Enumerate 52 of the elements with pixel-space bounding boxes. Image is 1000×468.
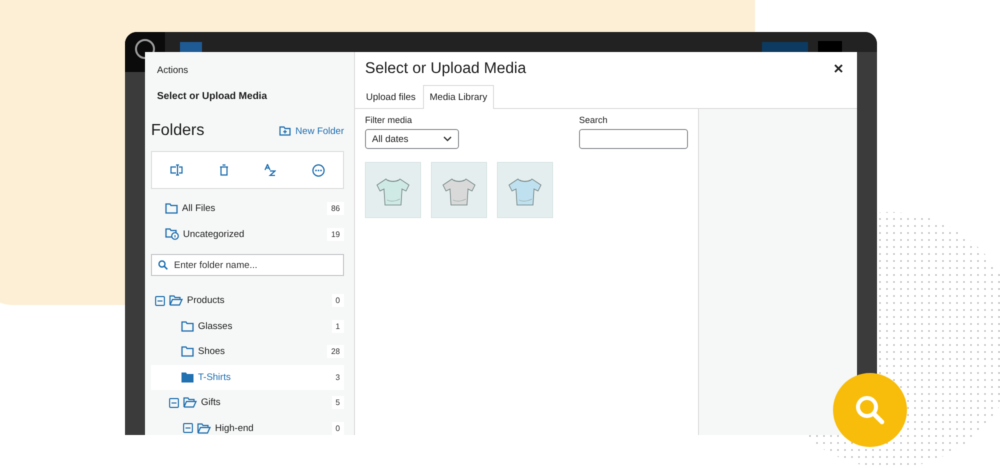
open-folder-icon <box>197 422 211 434</box>
chevron-icon <box>443 136 452 142</box>
folder-plus-icon <box>279 126 292 136</box>
collapse-icon[interactable] <box>183 423 193 434</box>
count-badge: 0 <box>332 294 344 308</box>
open-folder-icon <box>169 295 183 306</box>
folder-icon <box>181 372 194 383</box>
count-badge: 28 <box>327 345 344 358</box>
more-icon[interactable] <box>312 164 326 176</box>
close-icon[interactable] <box>834 64 843 73</box>
filter-label: Filter media <box>365 115 414 125</box>
folder-item[interactable]: All Files <box>182 203 324 214</box>
date-filter-dropdown[interactable]: All dates <box>365 129 459 149</box>
count-badge: 86 <box>327 202 344 216</box>
new-folder-link[interactable]: New Folder <box>279 126 344 136</box>
delete-icon[interactable] <box>218 164 229 176</box>
search-label: Search <box>579 115 609 125</box>
folder-item[interactable]: High-end <box>215 422 328 434</box>
folder-row[interactable]: Glasses 1 <box>151 314 344 339</box>
tab[interactable]: Upload files <box>359 85 423 109</box>
panel-title: Select or Upload Media <box>157 91 268 103</box>
collapse-icon[interactable] <box>169 398 179 408</box>
folder-icon <box>181 346 194 358</box>
folder-search-field[interactable]: Enter folder name... <box>151 254 344 276</box>
folder-row[interactable]: High-end 0 <box>151 416 344 435</box>
count-badge: 19 <box>327 228 344 241</box>
sort-icon[interactable] <box>264 164 276 176</box>
folder-item[interactable]: Products <box>187 295 328 306</box>
folder-item[interactable]: Uncategorized <box>183 228 324 240</box>
count-badge: 5 <box>332 396 344 410</box>
folder-info-icon <box>165 228 179 240</box>
folder-item[interactable]: Gifts <box>201 397 328 408</box>
tab[interactable]: Media Library <box>422 85 494 109</box>
rename-icon[interactable] <box>170 164 183 176</box>
folder-row[interactable]: Shoes 28 <box>151 339 344 364</box>
folder-row[interactable]: Gifts 5 <box>151 390 344 416</box>
count-badge: 1 <box>332 320 344 333</box>
breadcrumb: Actions <box>157 65 190 77</box>
folder-row[interactable]: T-Shirts 3 <box>151 364 344 390</box>
folder-item[interactable]: Glasses <box>198 320 328 332</box>
collapse-icon[interactable] <box>155 296 165 306</box>
modal-title: Select or Upload Media <box>365 60 526 78</box>
folder-item[interactable]: Shoes <box>198 346 324 358</box>
folder-item[interactable]: T-Shirts <box>198 372 328 383</box>
open-folder-icon <box>183 397 197 408</box>
folder-icon <box>181 320 194 332</box>
folders-heading: Folders <box>151 122 204 140</box>
count-badge: 0 <box>332 422 344 435</box>
folder-row[interactable]: Products 0 <box>151 288 344 314</box>
search-field[interactable] <box>579 129 688 149</box>
folder-icon <box>165 203 178 214</box>
search-icon <box>853 393 887 427</box>
